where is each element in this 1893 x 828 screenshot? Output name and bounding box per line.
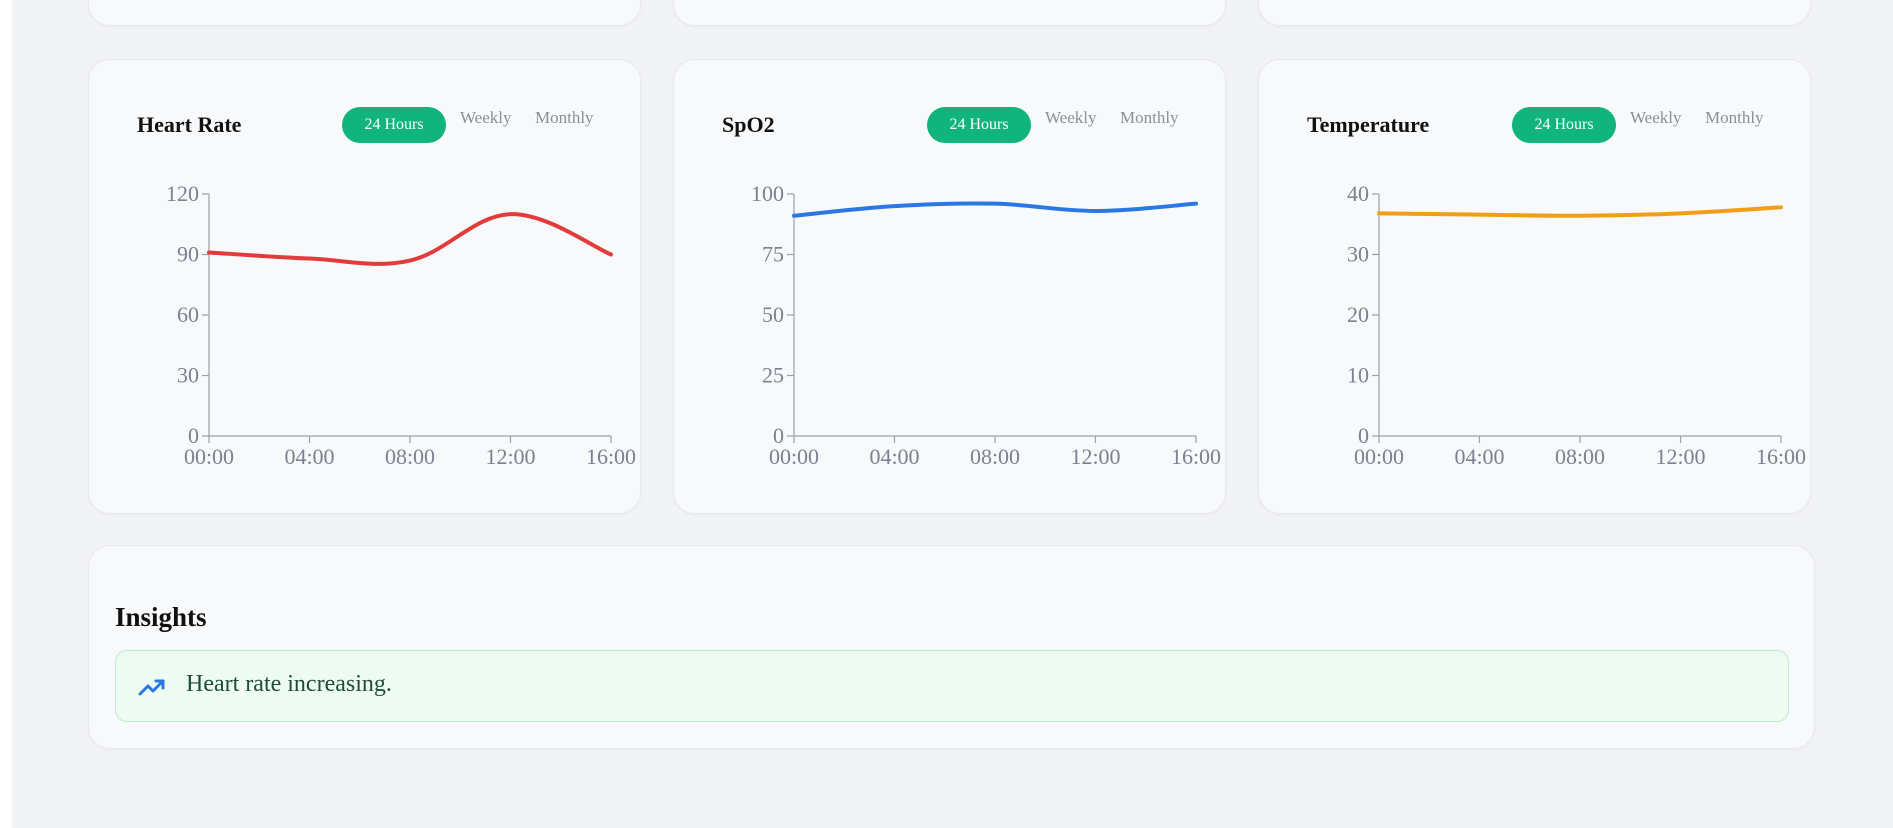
x-tick-label: 16:00 [586,444,636,469]
x-tick-label: 08:00 [970,444,1020,469]
y-tick-label: 30 [177,363,199,388]
spo2-card: SpO2 24 Hours Weekly Monthly 0 25 50 75 100 0… [673,59,1226,514]
x-tick-label: 12:00 [485,444,535,469]
y-tick-label: 60 [177,302,199,327]
x-tick-label: 12:00 [1655,444,1705,469]
series-line [207,212,613,266]
heart-rate-chart: 030609012000:00 04:00 08:00 12:00 16:00 [166,181,636,469]
temperature-card: Temperature 24 Hours Weekly Monthly 0 10 2… [1258,59,1811,514]
y-tick-label: 25 [762,363,784,388]
x-tick-label: 08:00 [1555,444,1605,469]
x-tick-label: 08:00 [385,444,435,469]
heart-rate-card: Heart Rate 24 Hours Weekly Monthly 0 30 60… [88,59,641,514]
dashboard-page: Heart Rate 24 Hours Weekly Monthly 0 30 60… [12,0,1893,828]
x-tick-label: 00:00 [184,444,234,469]
x-tick-label: 04:00 [284,444,334,469]
x-tick-label: 16:00 [1171,444,1221,469]
y-tick-label: 40 [1347,181,1369,206]
stat-card-top-2 [673,0,1226,26]
y-tick-label: 100 [751,181,784,206]
insight-item: Heart rate increasing. [115,650,1789,722]
x-tick-label: 00:00 [769,444,819,469]
y-tick-label: 30 [1347,242,1369,267]
series-line [1377,205,1783,218]
y-tick-label: 20 [1347,302,1369,327]
y-tick-label: 75 [762,242,784,267]
y-tick-label: 50 [762,302,784,327]
series-line [792,201,1198,218]
x-tick-label: 04:00 [869,444,919,469]
insight-text: Heart rate increasing. [186,671,392,697]
x-tick-label: 04:00 [1454,444,1504,469]
x-tick-label: 12:00 [1070,444,1120,469]
y-tick-label: 90 [177,242,199,267]
insights-card: Insights Heart rate increasing. [88,545,1815,749]
spo2-chart: 025507510000:00 04:00 08:00 12:00 16:00 [751,181,1221,469]
y-tick-label: 10 [1347,363,1369,388]
insights-title: Insights [115,602,207,632]
x-tick-label: 16:00 [1756,444,1806,469]
stat-card-top-3 [1258,0,1811,26]
stat-card-top-1 [88,0,641,26]
x-tick-label: 00:00 [1354,444,1404,469]
temperature-chart: 01020304000:00 04:00 08:00 12:00 16:00 [1347,181,1806,469]
trending-up-icon [138,679,165,696]
y-tick-label: 120 [166,181,199,206]
